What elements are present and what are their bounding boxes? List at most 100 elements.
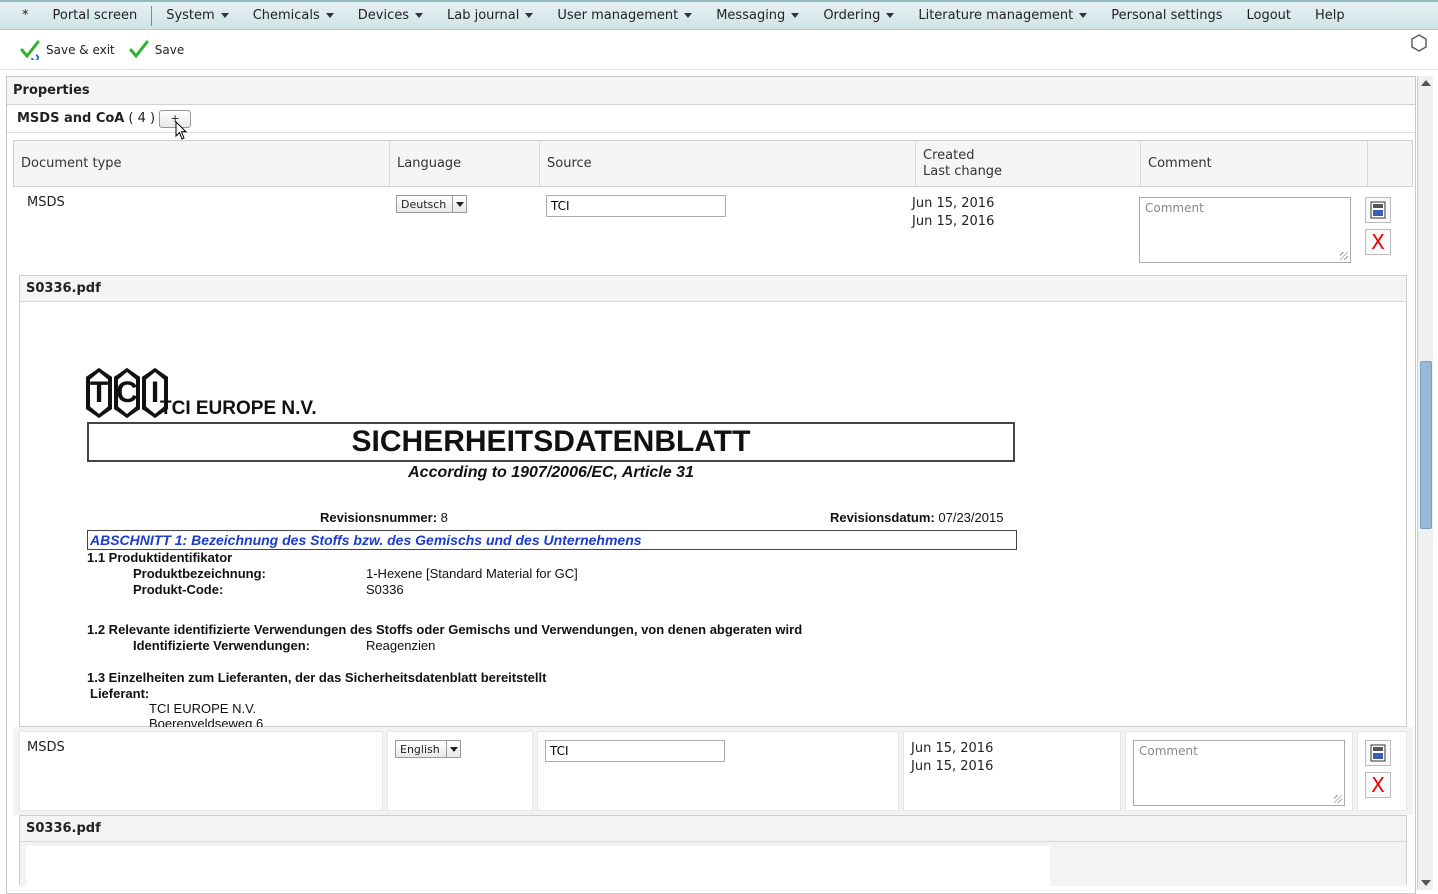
menu-portal-screen[interactable]: Portal screen	[41, 2, 150, 30]
scroll-down-icon[interactable]	[1421, 880, 1431, 886]
scroll-up-icon[interactable]	[1421, 80, 1431, 86]
pdf-s11: 1.1 Produktidentifikator	[87, 550, 233, 565]
date-cell: Jun 15, 2016 Jun 15, 2016	[905, 187, 1132, 275]
menu-messaging[interactable]: Messaging	[704, 2, 811, 30]
pdf-use: Reagenzien	[366, 638, 436, 653]
col-language[interactable]: Language	[390, 141, 540, 186]
doc-type-cell: MSDS	[19, 731, 383, 811]
pdf-prod-code: S0336	[366, 582, 404, 597]
vertical-scrollbar[interactable]	[1417, 76, 1433, 890]
table-header: Document type Language Source Created La…	[13, 140, 1413, 187]
chevron-down-icon	[415, 12, 424, 18]
pdf-download-button[interactable]	[1365, 740, 1391, 766]
check-exit-icon	[20, 40, 40, 60]
chevron-down-icon	[220, 12, 229, 18]
source-input[interactable]	[545, 740, 725, 762]
table-row: MSDS Deutsch Jun 15, 2016 Jun 15, 2016 C…	[13, 187, 1413, 275]
file-name: S0336.pdf	[20, 816, 1406, 842]
doc-type-cell: MSDS	[27, 195, 65, 210]
col-document-type[interactable]: Document type	[14, 141, 390, 186]
main-menu-bar: * Portal screen System Chemicals Devices…	[0, 0, 1438, 30]
file-preview-panel: S0336.pdf T C I TCI EUROPE N.V. SICHERHE…	[19, 275, 1407, 727]
toolbar: Save & exit Save	[0, 30, 1438, 70]
pdf-supplier: TCI EUROPE N.V.	[149, 701, 257, 716]
chevron-down-icon	[1079, 12, 1088, 18]
menu-star[interactable]: *	[10, 2, 41, 30]
chevron-down-icon	[684, 12, 693, 18]
file-name: S0336.pdf	[20, 276, 1406, 302]
col-created[interactable]: Created Last change	[916, 141, 1141, 186]
delete-button[interactable]: X	[1365, 229, 1391, 255]
menu-lab-journal[interactable]: Lab journal	[435, 2, 545, 30]
pdf-company: TCI EUROPE N.V.	[160, 398, 317, 419]
save-exit-button[interactable]: Save & exit	[20, 40, 115, 60]
menu-help[interactable]: Help	[1303, 2, 1357, 30]
menu-separator	[151, 5, 153, 26]
comment-cell: Comment	[1125, 731, 1353, 811]
pdf-prod-name-label: Produktbezeichnung:	[133, 566, 266, 581]
pdf-icon	[1370, 744, 1386, 762]
source-cell	[539, 187, 905, 275]
pdf-s12: 1.2 Relevante identifizierte Verwendunge…	[87, 622, 803, 637]
chevron-down-icon	[325, 12, 334, 18]
documents-table: Document type Language Source Created La…	[13, 140, 1413, 886]
language-select[interactable]: Deutsch	[396, 195, 468, 213]
msds-title: MSDS and CoA	[17, 111, 125, 126]
menu-ordering[interactable]: Ordering	[811, 2, 906, 30]
comment-textarea[interactable]: Comment	[1133, 740, 1345, 806]
hexagon-icon[interactable]	[1410, 34, 1428, 52]
language-cell: English	[387, 731, 533, 811]
pdf-icon	[1370, 201, 1386, 219]
pdf-preview[interactable]: T C I TCI EUROPE N.V. SICHERHEITSDATENBL…	[20, 302, 1406, 727]
changed-date: Jun 15, 2016	[911, 759, 994, 774]
date-cell: Jun 15, 2016 Jun 15, 2016	[903, 731, 1121, 811]
msds-count: ( 4 )	[128, 111, 156, 126]
col-source[interactable]: Source	[540, 141, 916, 186]
chevron-down-icon	[525, 12, 534, 18]
pdf-section-1: ABSCHNITT 1: Bezeichnung des Stoffs bzw.…	[87, 530, 1017, 550]
comment-cell: Comment	[1132, 187, 1358, 275]
actions-cell: X	[1357, 731, 1407, 811]
pdf-download-button[interactable]	[1365, 197, 1391, 223]
content-panel: Properties MSDS and CoA ( 4 ) + Document…	[6, 76, 1416, 894]
pdf-use-label: Identifizierte Verwendungen:	[133, 638, 310, 653]
pdf-supplier-label: Lieferant:	[90, 686, 150, 701]
language-select[interactable]: English	[395, 740, 461, 758]
pdf-title: SICHERHEITSDATENBLATT	[87, 422, 1015, 462]
check-icon	[129, 40, 149, 58]
menu-logout[interactable]: Logout	[1234, 2, 1303, 30]
table-row: MSDS English Jun 15, 2016 Jun 15, 2016 C…	[13, 727, 1413, 815]
scrollbar-thumb[interactable]	[1420, 361, 1432, 529]
col-actions	[1368, 141, 1412, 186]
pdf-prod-name: 1-Hexene [Standard Material for GC]	[366, 566, 578, 581]
pdf-subtitle: According to 1907/2006/EC, Article 31	[408, 464, 694, 481]
delete-button[interactable]: X	[1365, 772, 1391, 798]
dropdown-arrow-icon	[452, 196, 466, 212]
pdf-preview[interactable]	[20, 842, 1406, 886]
msds-section-header: MSDS and CoA ( 4 ) +	[7, 105, 1415, 133]
source-input[interactable]	[546, 195, 726, 217]
menu-personal-settings[interactable]: Personal settings	[1099, 2, 1234, 30]
source-cell	[537, 731, 899, 811]
pdf-revision-date: Revisionsdatum: 07/23/2015	[830, 510, 1004, 525]
delete-x-icon: X	[1371, 773, 1385, 797]
actions-cell: X	[1358, 187, 1408, 275]
created-date: Jun 15, 2016	[912, 196, 995, 211]
pdf-address: Boerenveldseweg 6	[149, 716, 264, 727]
menu-devices[interactable]: Devices	[346, 2, 435, 30]
col-comment[interactable]: Comment	[1141, 141, 1368, 186]
menu-chemicals[interactable]: Chemicals	[241, 2, 346, 30]
menu-literature-management[interactable]: Literature management	[906, 2, 1099, 30]
changed-date: Jun 15, 2016	[912, 214, 995, 229]
save-button[interactable]: Save	[129, 40, 184, 60]
pdf-revision-number: Revisionsnummer: 8	[320, 510, 448, 525]
delete-x-icon: X	[1371, 230, 1385, 254]
language-cell: Deutsch	[389, 187, 539, 275]
chevron-down-icon	[791, 12, 800, 18]
created-date: Jun 15, 2016	[911, 741, 994, 756]
comment-textarea[interactable]: Comment	[1139, 197, 1351, 263]
tci-logo: T C I	[86, 368, 170, 418]
menu-system[interactable]: System	[154, 2, 240, 30]
pdf-s13: 1.3 Einzelheiten zum Lieferanten, der da…	[87, 670, 547, 685]
menu-user-management[interactable]: User management	[545, 2, 704, 30]
